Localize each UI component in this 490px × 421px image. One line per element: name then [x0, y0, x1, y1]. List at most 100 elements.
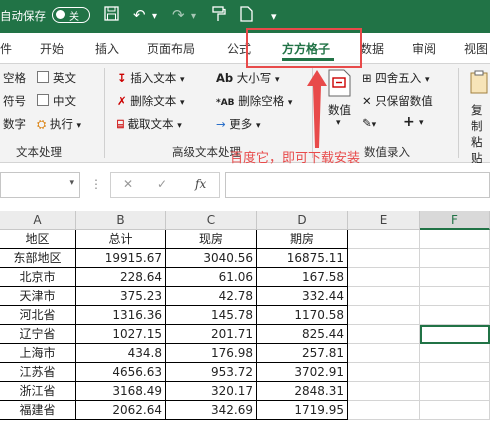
undo-icon[interactable]: ↶ — [133, 6, 146, 24]
table-cell[interactable]: 61.06 — [166, 268, 257, 287]
table-cell[interactable]: 1316.36 — [76, 306, 166, 325]
table-header-cell[interactable]: 期房 — [257, 230, 348, 249]
case-button[interactable]: Ab 大小写 ▾ — [216, 70, 279, 86]
more-button[interactable]: → 更多 ▾ — [216, 116, 260, 132]
format-painter-icon[interactable] — [212, 6, 226, 26]
formula-input[interactable] — [225, 172, 490, 198]
undo-dropdown-icon[interactable]: ▾ — [152, 11, 157, 22]
selected-cell[interactable] — [420, 325, 490, 344]
table-header-cell[interactable]: 地区 — [0, 230, 76, 249]
plus-icon[interactable]: + — [403, 114, 415, 130]
insert-text-button[interactable]: ↧ 插入文本 ▾ — [117, 70, 184, 86]
empty-cell[interactable] — [420, 230, 490, 249]
column-header-f[interactable]: F — [420, 211, 490, 230]
redo-icon[interactable]: ↷ — [172, 6, 185, 24]
column-header-b[interactable]: B — [76, 211, 166, 230]
tab-file[interactable]: 件 — [0, 40, 12, 57]
table-cell[interactable]: 天津市 — [0, 287, 76, 306]
table-cell[interactable]: 3702.91 — [257, 363, 348, 382]
table-cell[interactable]: 浙江省 — [0, 382, 76, 401]
empty-cell[interactable] — [420, 382, 490, 401]
table-cell[interactable]: 953.72 — [166, 363, 257, 382]
tab-page-layout[interactable]: 页面布局 — [147, 40, 195, 57]
autosave-toggle[interactable]: 关 — [52, 7, 90, 23]
number-button[interactable]: 数字 — [3, 116, 26, 132]
table-cell[interactable]: 北京市 — [0, 268, 76, 287]
table-cell[interactable]: 257.81 — [257, 344, 348, 363]
table-cell[interactable]: 145.78 — [166, 306, 257, 325]
table-cell[interactable]: 16875.11 — [257, 249, 348, 268]
table-cell[interactable]: 167.58 — [257, 268, 348, 287]
empty-cell[interactable] — [420, 401, 490, 420]
save-icon[interactable] — [104, 6, 119, 25]
table-cell[interactable]: 3040.56 — [166, 249, 257, 268]
numeric-icon[interactable] — [326, 68, 354, 98]
function-icon[interactable]: fx — [195, 177, 206, 191]
more-icon[interactable]: ⋮ — [90, 177, 102, 191]
edit-dropdown-button[interactable]: ✎▾ — [362, 116, 376, 130]
empty-cell[interactable] — [420, 306, 490, 325]
round-button[interactable]: ⊞ 四舍五入 ▾ — [362, 70, 429, 86]
cancel-icon[interactable]: ✕ — [123, 177, 133, 191]
empty-cell[interactable] — [348, 344, 420, 363]
table-cell[interactable]: 320.17 — [166, 382, 257, 401]
table-cell[interactable]: 江苏省 — [0, 363, 76, 382]
empty-cell[interactable] — [420, 268, 490, 287]
table-cell[interactable]: 1027.15 — [76, 325, 166, 344]
empty-cell[interactable] — [348, 268, 420, 287]
column-header-d[interactable]: D — [257, 211, 348, 230]
space-button[interactable]: 空格 — [3, 70, 26, 86]
empty-cell[interactable] — [348, 363, 420, 382]
numeric-button[interactable]: 数值 — [328, 102, 351, 118]
tab-view[interactable]: 视图 — [464, 40, 488, 57]
copy-paste-icon[interactable] — [470, 70, 490, 96]
table-cell[interactable]: 375.23 — [76, 287, 166, 306]
table-cell[interactable]: 4656.63 — [76, 363, 166, 382]
empty-cell[interactable] — [420, 249, 490, 268]
empty-cell[interactable] — [348, 401, 420, 420]
table-cell[interactable]: 228.64 — [76, 268, 166, 287]
table-cell[interactable]: 河北省 — [0, 306, 76, 325]
tab-insert[interactable]: 插入 — [95, 40, 119, 57]
chevron-down-icon[interactable]: ▾ — [69, 178, 74, 188]
table-cell[interactable]: 825.44 — [257, 325, 348, 344]
empty-cell[interactable] — [420, 363, 490, 382]
table-cell[interactable]: 3168.49 — [76, 382, 166, 401]
new-document-icon[interactable] — [240, 6, 253, 26]
tab-review[interactable]: 审阅 — [412, 40, 436, 57]
table-header-cell[interactable]: 总计 — [76, 230, 166, 249]
table-cell[interactable]: 19915.67 — [76, 249, 166, 268]
table-header-cell[interactable]: 现房 — [166, 230, 257, 249]
empty-cell[interactable] — [348, 287, 420, 306]
tab-data[interactable]: 数据 — [360, 40, 384, 57]
remove-spaces-button[interactable]: *AB 删除空格 ▾ — [216, 93, 292, 109]
table-cell[interactable]: 176.98 — [166, 344, 257, 363]
empty-cell[interactable] — [348, 325, 420, 344]
table-cell[interactable]: 东部地区 — [0, 249, 76, 268]
table-cell[interactable]: 42.78 — [166, 287, 257, 306]
keep-values-button[interactable]: ✕ 只保留数值 — [362, 93, 433, 109]
empty-cell[interactable] — [348, 249, 420, 268]
table-cell[interactable]: 辽宁省 — [0, 325, 76, 344]
execute-button[interactable]: ⛭ 执行 ▾ — [37, 116, 81, 132]
table-cell[interactable]: 434.8 — [76, 344, 166, 363]
empty-cell[interactable] — [348, 306, 420, 325]
chinese-checkbox[interactable]: 中文 — [37, 93, 76, 109]
table-cell[interactable]: 福建省 — [0, 401, 76, 420]
column-header-e[interactable]: E — [348, 211, 420, 230]
copy-paste-button[interactable]: 复制粘贴 — [471, 102, 490, 166]
table-cell[interactable]: 2848.31 — [257, 382, 348, 401]
empty-cell[interactable] — [348, 230, 420, 249]
empty-cell[interactable] — [420, 287, 490, 306]
chevron-down-icon[interactable]: ▾ — [419, 118, 424, 128]
table-cell[interactable]: 1170.58 — [257, 306, 348, 325]
table-cell[interactable]: 201.71 — [166, 325, 257, 344]
symbol-button[interactable]: 符号 — [3, 93, 26, 109]
redo-dropdown-icon[interactable]: ▾ — [191, 11, 196, 22]
empty-cell[interactable] — [348, 382, 420, 401]
table-cell[interactable]: 1719.95 — [257, 401, 348, 420]
confirm-icon[interactable]: ✓ — [157, 177, 167, 191]
tab-home[interactable]: 开始 — [40, 40, 64, 57]
table-cell[interactable]: 332.44 — [257, 287, 348, 306]
extract-text-button[interactable]: ⌸ 截取文本 ▾ — [117, 116, 182, 132]
